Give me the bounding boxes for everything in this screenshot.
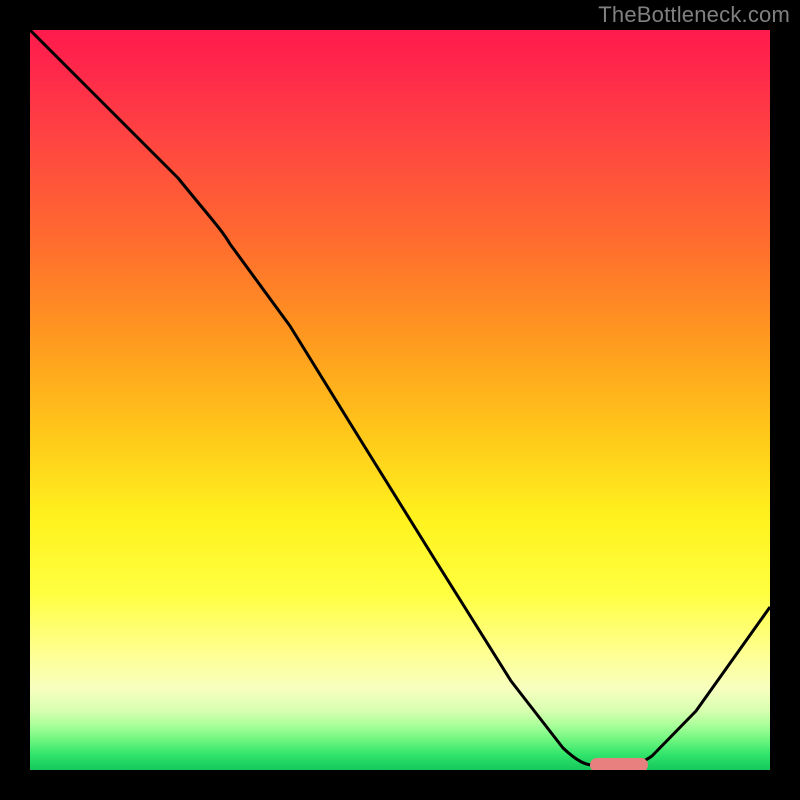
bottleneck-curve-svg bbox=[30, 30, 770, 770]
chart-frame: TheBottleneck.com bbox=[0, 0, 800, 800]
bottleneck-curve-path bbox=[30, 30, 770, 765]
watermark-text: TheBottleneck.com bbox=[598, 2, 790, 28]
plot-area bbox=[30, 30, 770, 770]
target-marker bbox=[590, 758, 648, 770]
